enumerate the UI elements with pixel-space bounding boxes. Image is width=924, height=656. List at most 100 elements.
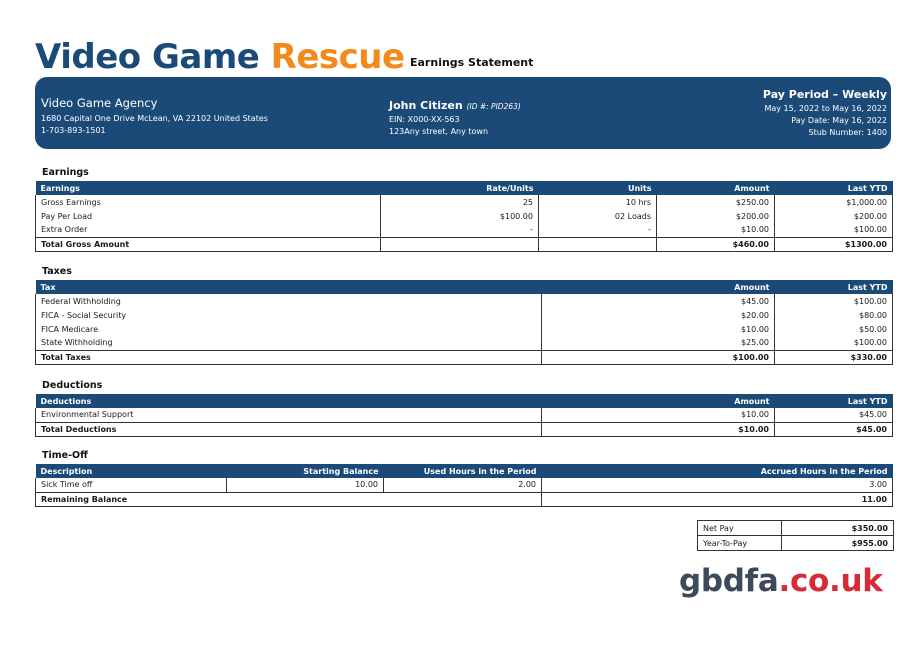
timeoff-header-row: Description Starting Balance Used Hours … [35, 464, 893, 478]
table-row: Pay Per Load $100.00 02 Loads $200.00 $2… [35, 209, 893, 223]
earning-units: 02 Loads [538, 209, 657, 223]
tax-amount: $45.00 [541, 294, 775, 308]
deduction-amount: $10.00 [541, 408, 775, 422]
deduction-col-header: Deductions [35, 394, 542, 408]
earning-name: Pay Per Load [35, 209, 381, 223]
tax-ytd: $100.00 [774, 294, 893, 308]
tax-amount: $20.00 [541, 308, 775, 322]
earning-units: 10 hrs [538, 195, 657, 209]
total-amount: $10.00 [541, 421, 775, 437]
tax-name: Federal Withholding [35, 294, 542, 308]
pay-summary-table: Net Pay $350.00 Year-To-Pay $955.00 [697, 520, 894, 551]
deductions-section-title: Deductions [42, 380, 103, 391]
timeoff-section-title: Time-Off [42, 450, 88, 461]
table-row: Environmental Support $10.00 $45.00 [35, 408, 893, 422]
earning-rate: $100.00 [380, 209, 539, 223]
remaining-balance-value: 11.00 [541, 491, 893, 507]
taxes-table: Tax Amount Last YTD Federal Withholding … [35, 280, 893, 365]
brand-logo: Video Game Rescue [35, 36, 405, 78]
earning-ytd: $200.00 [774, 209, 893, 223]
starting-balance-col-header: Starting Balance [226, 464, 384, 478]
earnings-header-row: Earnings Rate/Units Units Amount Last YT… [35, 181, 893, 195]
deduction-ytd: $45.00 [774, 408, 893, 422]
company-name: Video Game Agency [41, 96, 158, 110]
timeoff-used-hours: 2.00 [383, 478, 542, 492]
company-address: 1680 Capital One Drive McLean, VA 22102 … [41, 113, 268, 123]
tax-amount: $10.00 [541, 322, 775, 336]
tax-col-header: Tax [35, 280, 542, 294]
year-to-pay-value: $955.00 [781, 535, 894, 551]
taxes-section-title: Taxes [42, 266, 72, 277]
employee-info: John Citizen (ID #: PID263) EIN: X000-XX… [389, 99, 521, 138]
employee-id: (ID #: PID263) [466, 102, 521, 111]
net-pay-row: Net Pay $350.00 [697, 520, 894, 536]
pay-date: Pay Date: May 16, 2022 [791, 116, 887, 125]
total-amount: $100.00 [541, 349, 775, 365]
earning-name: Gross Earnings [35, 195, 381, 209]
ytd-col-header: Last YTD [774, 280, 893, 294]
table-row: State Withholding $25.00 $100.00 [35, 336, 893, 350]
total-ytd: $1300.00 [774, 236, 893, 252]
timeoff-accrued-hours: 3.00 [541, 478, 893, 492]
timeoff-starting-balance: 10.00 [226, 478, 384, 492]
deductions-table: Deductions Amount Last YTD Environmental… [35, 394, 893, 437]
earning-amount: $10.00 [656, 223, 775, 237]
employee-ein: EIN: X000-XX-563 [389, 115, 460, 124]
earnings-total-row: Total Gross Amount $460.00 $1300.00 [35, 236, 893, 252]
amount-col-header: Amount [656, 181, 775, 195]
tax-name: State Withholding [35, 336, 542, 350]
tax-ytd: $80.00 [774, 308, 893, 322]
tax-amount: $25.00 [541, 336, 775, 350]
amount-col-header: Amount [541, 394, 775, 408]
info-banner: Video Game Agency 1680 Capital One Drive… [35, 77, 891, 149]
table-row: Federal Withholding $45.00 $100.00 [35, 294, 893, 308]
table-row: FICA Medicare $10.00 $50.00 [35, 322, 893, 336]
ytd-col-header: Last YTD [774, 394, 893, 408]
watermark-domain: .co.uk [778, 563, 883, 599]
total-label: Total Taxes [35, 349, 542, 365]
remaining-balance-row: Remaining Balance 11.00 [35, 491, 893, 507]
timeoff-table: Description Starting Balance Used Hours … [35, 464, 893, 507]
employee-name-line: John Citizen (ID #: PID263) [389, 99, 521, 113]
employee-name: John Citizen [389, 99, 463, 112]
earning-units: - [538, 223, 657, 237]
used-hours-col-header: Used Hours in the Period [383, 464, 542, 478]
earning-name: Extra Order [35, 223, 381, 237]
deduction-name: Environmental Support [35, 408, 542, 422]
earnings-col-header: Earnings [35, 181, 381, 195]
pay-period-range: May 15, 2022 to May 16, 2022 [764, 104, 887, 113]
company-phone: 1-703-893-1501 [41, 125, 106, 135]
total-amount: $460.00 [656, 236, 775, 252]
tax-name: FICA Medicare [35, 322, 542, 336]
deductions-header-row: Deductions Amount Last YTD [35, 394, 893, 408]
earnings-section-title: Earnings [42, 167, 89, 178]
total-units [538, 236, 657, 252]
watermark-logo: gbdfa.co.uk [679, 563, 883, 599]
brand-name-primary: Video Game [35, 37, 271, 77]
table-row: FICA - Social Security $20.00 $80.00 [35, 308, 893, 322]
net-pay-value: $350.00 [781, 520, 894, 536]
earning-ytd: $100.00 [774, 223, 893, 237]
year-to-pay-row: Year-To-Pay $955.00 [697, 535, 894, 551]
tax-name: FICA - Social Security [35, 308, 542, 322]
earning-amount: $250.00 [656, 195, 775, 209]
deductions-total-row: Total Deductions $10.00 $45.00 [35, 421, 893, 437]
earning-rate: - [380, 223, 539, 237]
tax-ytd: $100.00 [774, 336, 893, 350]
table-row: Sick Time off 10.00 2.00 3.00 [35, 478, 893, 492]
taxes-total-row: Total Taxes $100.00 $330.00 [35, 349, 893, 365]
year-to-pay-label: Year-To-Pay [697, 535, 782, 551]
brand-name-accent: Rescue [270, 37, 405, 77]
table-row: Gross Earnings 25 10 hrs $250.00 $1,000.… [35, 195, 893, 209]
units-col-header: Units [538, 181, 657, 195]
remaining-balance-label: Remaining Balance [35, 491, 542, 507]
total-ytd: $330.00 [774, 349, 893, 365]
earning-ytd: $1,000.00 [774, 195, 893, 209]
total-label: Total Deductions [35, 421, 542, 437]
stub-number: Stub Number: 1400 [808, 128, 888, 137]
timeoff-description: Sick Time off [35, 478, 227, 492]
rate-col-header: Rate/Units [380, 181, 539, 195]
pay-period-title: Pay Period – Weekly [762, 88, 887, 101]
accrued-hours-col-header: Accrued Hours in the Period [541, 464, 893, 478]
employee-address: 123Any street, Any town [389, 127, 489, 136]
